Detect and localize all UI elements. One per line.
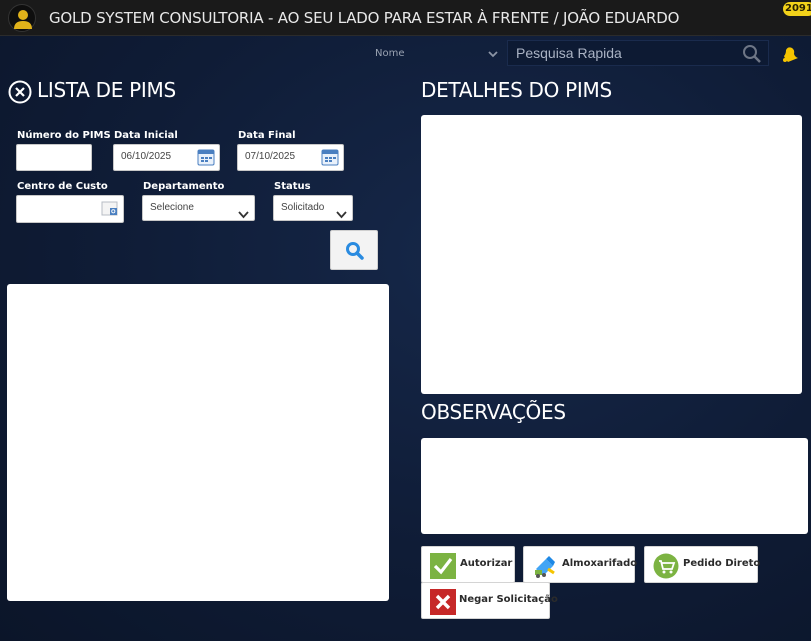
chevron-down-icon bbox=[238, 205, 249, 229]
negar-button[interactable]: Negar Solicitação bbox=[421, 582, 558, 619]
data-inicial-input[interactable]: 06/10/2025 bbox=[113, 144, 220, 171]
autorizar-button[interactable]: Autorizar bbox=[421, 546, 515, 583]
numero-label: Número do PIMS bbox=[17, 130, 111, 141]
lookup-icon[interactable] bbox=[101, 200, 119, 228]
search-icon[interactable] bbox=[742, 44, 762, 68]
observations-panel[interactable] bbox=[421, 438, 808, 534]
top-bar: GOLD SYSTEM CONSULTORIA - AO SEU LADO PA… bbox=[0, 0, 811, 36]
negar-label: Negar Solicitação bbox=[459, 594, 558, 605]
centro-custo-input[interactable] bbox=[16, 195, 124, 223]
filter-search-button[interactable] bbox=[330, 230, 378, 270]
list-title: LISTA DE PIMS bbox=[37, 78, 176, 102]
data-inicial-label: Data Inicial bbox=[114, 130, 178, 141]
observations-title: OBSERVAÇÕES bbox=[421, 400, 566, 424]
almoxarifado-button[interactable]: Almoxarifado bbox=[523, 546, 638, 583]
notification-count-badge: 2091 bbox=[783, 2, 811, 16]
almoxarifado-label: Almoxarifado bbox=[562, 558, 638, 569]
data-final-input[interactable]: 07/10/2025 bbox=[237, 144, 344, 171]
details-title: DETALHES DO PIMS bbox=[421, 78, 612, 102]
x-icon bbox=[430, 589, 456, 615]
departamento-value: Selecione bbox=[150, 202, 194, 213]
calendar-icon[interactable] bbox=[197, 148, 215, 176]
pedido-direto-label: Pedido Direto bbox=[683, 558, 761, 569]
app-title: GOLD SYSTEM CONSULTORIA - AO SEU LADO PA… bbox=[49, 9, 680, 27]
quick-search-input[interactable] bbox=[508, 41, 738, 65]
data-final-label: Data Final bbox=[238, 130, 296, 141]
departamento-label: Departamento bbox=[143, 181, 225, 192]
search-icon bbox=[345, 241, 365, 265]
warehouse-icon bbox=[532, 553, 558, 579]
sort-field-label[interactable]: Nome bbox=[375, 48, 405, 59]
cart-icon bbox=[653, 553, 679, 579]
numero-input[interactable] bbox=[16, 144, 92, 171]
quick-search-box[interactable] bbox=[507, 40, 769, 66]
pims-list-panel[interactable] bbox=[7, 284, 389, 601]
user-avatar-icon[interactable] bbox=[8, 4, 36, 32]
data-inicial-value: 06/10/2025 bbox=[121, 151, 172, 162]
details-panel bbox=[421, 115, 802, 394]
chevron-down-icon[interactable] bbox=[487, 45, 499, 64]
calendar-icon[interactable] bbox=[321, 148, 339, 176]
chevron-down-icon bbox=[336, 205, 347, 229]
pedido-direto-button[interactable]: Pedido Direto bbox=[644, 546, 761, 583]
close-circle-icon[interactable] bbox=[8, 80, 32, 108]
centro-custo-label: Centro de Custo bbox=[17, 181, 108, 192]
bell-icon[interactable] bbox=[780, 44, 800, 68]
check-icon bbox=[430, 553, 456, 579]
departamento-select[interactable]: Selecione bbox=[142, 195, 255, 221]
status-select[interactable]: Solicitado bbox=[273, 195, 353, 221]
data-final-value: 07/10/2025 bbox=[245, 151, 296, 162]
status-label: Status bbox=[274, 181, 311, 192]
status-value: Solicitado bbox=[281, 202, 325, 213]
autorizar-label: Autorizar bbox=[460, 558, 513, 569]
